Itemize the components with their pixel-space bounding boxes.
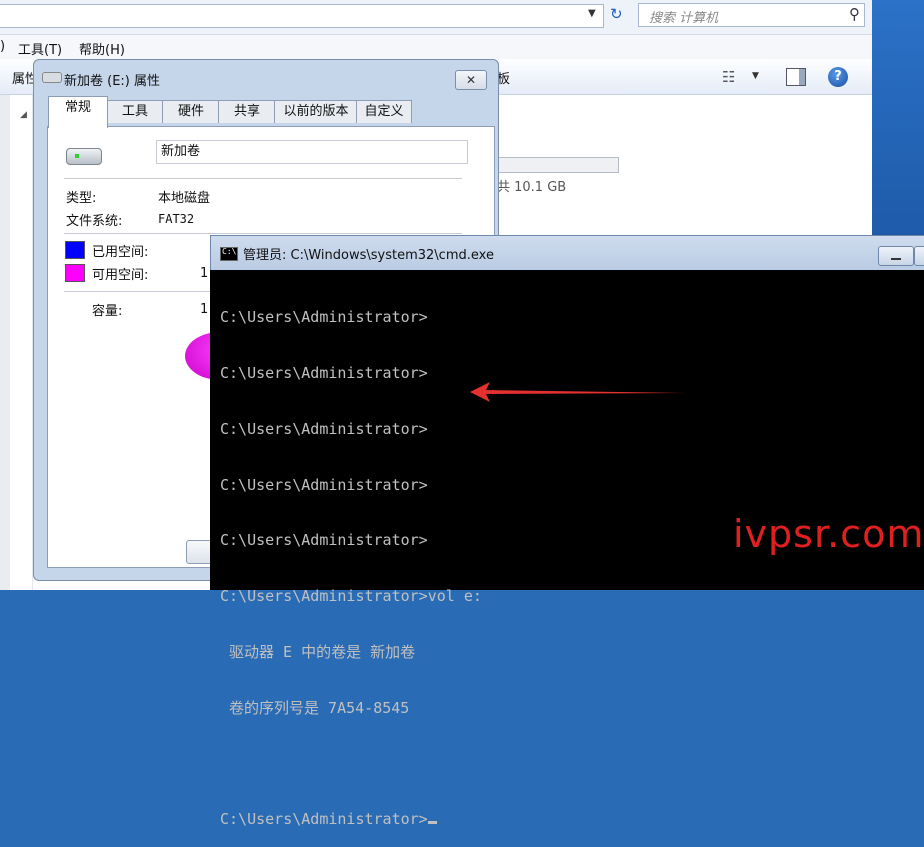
console-prompt-line: C:\Users\Administrator> [220, 810, 920, 829]
console-line: 卷的序列号是 7A54-8545 [220, 698, 410, 717]
tab-tools[interactable]: 工具 [106, 100, 164, 123]
refresh-icon[interactable]: ↻ [610, 5, 623, 23]
search-input[interactable]: 搜索 计算机 ⚲ [638, 3, 865, 27]
filesystem-value: FAT32 [158, 212, 195, 226]
address-input[interactable] [0, 4, 604, 28]
preview-pane-icon[interactable] [786, 68, 806, 86]
dialog-title: 新加卷 (E:) 属性 [64, 74, 161, 89]
used-space-label: 已用空间: [92, 245, 149, 260]
console-line: C:\Users\Administrator> [220, 419, 428, 438]
capacity-label: 容量: [92, 304, 123, 319]
annotation-arrow-icon [470, 382, 685, 402]
console-line: 驱动器 E 中的卷是 新加卷 [220, 642, 416, 661]
console-line: C:\Users\Administrator> [220, 308, 428, 327]
chevron-down-icon[interactable]: ▼ [588, 8, 596, 19]
watermark: ivpsr.com [733, 512, 924, 556]
desktop-background [872, 0, 924, 240]
menu-help[interactable]: 帮助(H) [79, 39, 125, 58]
cmd-titlebar: C:\ 管理员: C:\Windows\system32\cmd.exe [210, 235, 924, 270]
drive-total-size: 共 10.1 GB [497, 180, 567, 195]
tab-previous-versions[interactable]: 以前的版本 [274, 100, 358, 123]
address-toolbar: ▼ ↻ 搜索 计算机 ⚲ [0, 0, 872, 35]
close-button[interactable]: ✕ [455, 70, 487, 90]
free-space-label: 可用空间: [92, 268, 149, 283]
search-placeholder: 搜索 计算机 [649, 11, 719, 26]
scrollbar[interactable] [0, 95, 10, 590]
cmd-icon-text: C:\ [222, 247, 237, 256]
menu-bar: ) 工具(T) 帮助(H) [0, 35, 872, 59]
volume-name-input[interactable]: 新加卷 [156, 140, 468, 164]
tab-hardware[interactable]: 硬件 [162, 100, 220, 123]
expand-icon[interactable]: ◢ [20, 110, 27, 120]
capacity-value: 1 [200, 302, 209, 317]
drive-usage-bar [497, 157, 619, 173]
divider [64, 233, 462, 234]
drive-icon [42, 72, 62, 83]
console-line: C:\Users\Administrator> [220, 475, 428, 494]
menu-tools[interactable]: 工具(T) [18, 39, 62, 58]
search-icon[interactable]: ⚲ [849, 5, 860, 23]
tab-customize[interactable]: 自定义 [356, 100, 412, 123]
minimize-button[interactable] [878, 246, 914, 266]
type-value: 本地磁盘 [158, 191, 211, 206]
free-space-value: 1 [200, 266, 209, 281]
hard-drive-icon [66, 148, 102, 165]
cmd-title: 管理员: C:\Windows\system32\cmd.exe [243, 248, 494, 263]
divider [64, 178, 462, 179]
tab-sharing[interactable]: 共享 [218, 100, 276, 123]
console-prompt: C:\Users\Administrator> [220, 810, 428, 829]
tab-general[interactable]: 常规 [48, 96, 108, 128]
cmd-app-icon: C:\ [220, 247, 238, 261]
menu-fragment[interactable]: ) [0, 39, 5, 54]
free-space-swatch [65, 264, 85, 282]
maximize-button[interactable] [914, 246, 924, 266]
filesystem-label: 文件系统: [66, 214, 123, 229]
chevron-down-icon[interactable]: ▼ [752, 71, 759, 81]
text-cursor [427, 821, 437, 825]
used-space-swatch [65, 241, 85, 259]
help-icon[interactable]: ? [828, 67, 848, 87]
type-label: 类型: [66, 191, 97, 206]
view-options-icon[interactable]: ☷ [722, 68, 735, 86]
